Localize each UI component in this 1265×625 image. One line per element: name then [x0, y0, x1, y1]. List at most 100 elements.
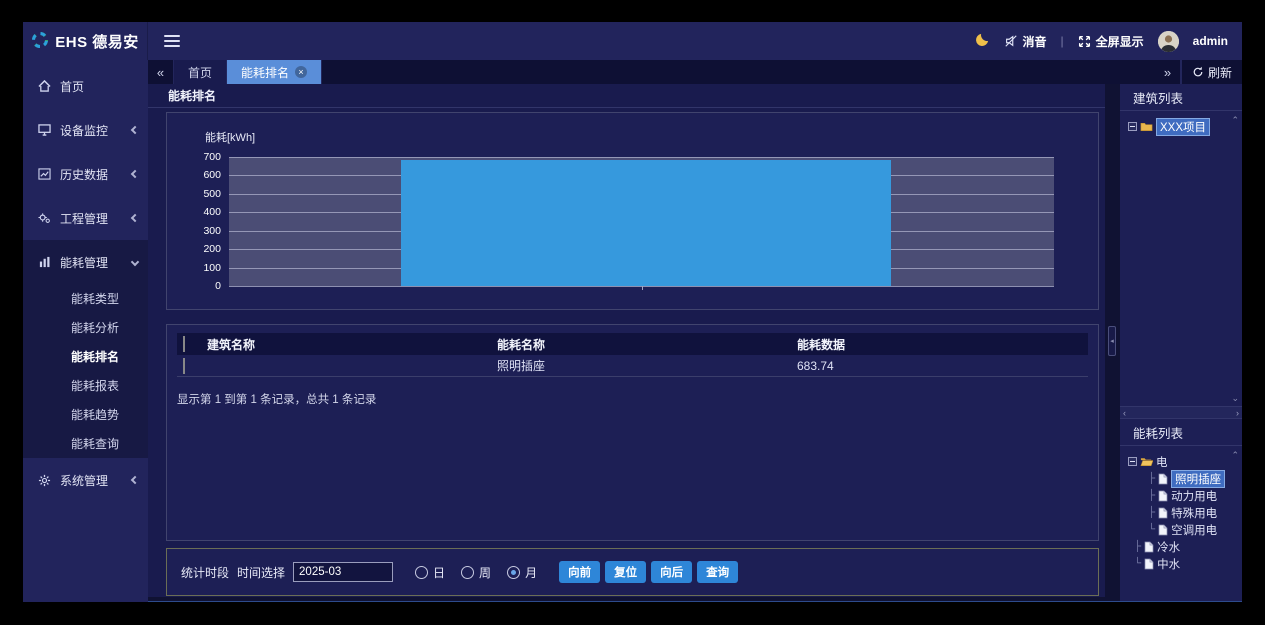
tab-首页[interactable]: 首页	[174, 60, 227, 84]
radio-label: 月	[525, 564, 537, 581]
tree-label: 照明插座	[1171, 470, 1225, 488]
sidebar-item-project-mgmt[interactable]: 工程管理	[23, 196, 148, 240]
scroll-left-icon[interactable]: ‹	[1123, 408, 1126, 418]
select-all-checkbox[interactable]	[183, 336, 185, 352]
tree-label: 特殊用电	[1171, 505, 1217, 521]
time-input[interactable]	[293, 562, 393, 582]
fullscreen-label: 全屏显示	[1096, 33, 1144, 50]
radio-周[interactable]: 周	[461, 564, 491, 581]
tree-item-电[interactable]: 电	[1124, 453, 1238, 470]
file-icon	[1144, 541, 1154, 553]
tree-item-空调用电[interactable]: └空调用电	[1124, 521, 1238, 538]
energy-tree: ⌃ 电├照明插座├动力用电├特殊用电└空调用电├冷水└中水	[1120, 446, 1242, 579]
row-checkbox[interactable]	[183, 358, 185, 374]
scroll-right-icon[interactable]: ›	[1236, 408, 1239, 418]
page-title: 能耗排名	[148, 84, 1105, 108]
prev-button[interactable]: 向前	[559, 561, 600, 583]
submenu-item-能耗趋势[interactable]: 能耗趋势	[23, 400, 148, 429]
radio-circle-icon	[507, 566, 520, 579]
tab-scroll-left-icon[interactable]: «	[148, 60, 174, 84]
tree-expander-icon[interactable]	[1128, 457, 1137, 466]
username[interactable]: admin	[1193, 34, 1228, 48]
home-icon	[37, 80, 52, 92]
x-axis-tick	[642, 286, 643, 290]
energy-ranking-chart: 能耗[kWh] 0100200300400500600700	[166, 112, 1099, 310]
chart-canvas[interactable]: 0100200300400500600700	[229, 157, 1054, 286]
submenu-item-能耗排名[interactable]: 能耗排名	[23, 342, 148, 371]
tree-item-中水[interactable]: └中水	[1124, 555, 1238, 572]
radio-label: 日	[433, 564, 445, 581]
tree-item-特殊用电[interactable]: ├特殊用电	[1124, 504, 1238, 521]
refresh-button[interactable]: 刷新	[1181, 60, 1242, 84]
tree-item-冷水[interactable]: ├冷水	[1124, 538, 1238, 555]
scroll-up-icon[interactable]: ⌃	[1231, 450, 1239, 461]
tree-item-动力用电[interactable]: ├动力用电	[1124, 487, 1238, 504]
column-header-能耗名称: 能耗名称	[497, 336, 797, 353]
line-chart-icon	[37, 168, 52, 180]
submenu-item-能耗查询[interactable]: 能耗查询	[23, 429, 148, 458]
navbar-actions: 消音 | 全屏显示	[975, 31, 1243, 52]
top-navbar: EHS 德易安 消音 |	[23, 22, 1242, 60]
y-axis-tick-label: 500	[173, 188, 221, 200]
close-icon[interactable]: ×	[295, 66, 307, 78]
refresh-icon	[1192, 66, 1204, 78]
panel-resize-handle[interactable]: ◂	[1108, 326, 1116, 356]
submenu-item-能耗分析[interactable]: 能耗分析	[23, 313, 148, 342]
tree-item-照明插座[interactable]: ├照明插座	[1124, 470, 1238, 487]
fullscreen-button[interactable]: 全屏显示	[1078, 33, 1144, 50]
stat-period-label: 统计时段	[181, 564, 229, 581]
submenu-item-能耗类型[interactable]: 能耗类型	[23, 284, 148, 313]
sidebar-item-label: 设备监控	[60, 122, 124, 139]
tree-label: 中水	[1157, 556, 1180, 572]
y-axis-tick-label: 600	[173, 169, 221, 181]
tree-item-XXX项目[interactable]: XXX项目	[1124, 118, 1238, 135]
reset-button[interactable]: 复位	[605, 561, 646, 583]
chart-y-axis-label: 能耗[kWh]	[205, 129, 255, 145]
chevron-left-icon	[131, 170, 139, 178]
next-button[interactable]: 向后	[651, 561, 692, 583]
scroll-up-icon[interactable]: ⌃	[1231, 115, 1239, 126]
radio-circle-icon	[461, 566, 474, 579]
file-icon	[1144, 558, 1154, 570]
time-select-label: 时间选择	[237, 564, 285, 581]
gridline	[229, 157, 1054, 158]
query-button[interactable]: 查询	[697, 561, 738, 583]
table-row[interactable]: 照明插座683.74	[177, 355, 1088, 377]
sidebar-item-home[interactable]: 首页	[23, 64, 148, 108]
sidebar-item-system-mgmt[interactable]: 系统管理	[23, 458, 148, 502]
right-panel: 建筑列表 ⌃ ⌄ XXX项目 ‹ › 能耗列表 ⌃ 电├照明插座├动力用电├特殊…	[1120, 84, 1242, 601]
chevron-left-icon	[131, 214, 139, 222]
sidebar-item-label: 能耗管理	[60, 254, 124, 271]
sidebar-item-energy-mgmt[interactable]: 能耗管理	[23, 240, 148, 284]
building-list-title: 建筑列表	[1120, 84, 1242, 111]
tree-label: 冷水	[1157, 539, 1180, 555]
mute-button[interactable]: 消音	[1004, 33, 1047, 50]
y-axis-tick-label: 200	[173, 243, 221, 255]
horizontal-scrollbar[interactable]: ‹ ›	[1120, 406, 1242, 419]
tab-能耗排名[interactable]: 能耗排名×	[227, 60, 322, 84]
building-tree: ⌃ ⌄ XXX项目	[1120, 111, 1242, 406]
sidebar-item-history-data[interactable]: 历史数据	[23, 152, 148, 196]
navbar-separator: |	[1061, 34, 1064, 48]
y-axis-tick-label: 400	[173, 206, 221, 218]
tree-connector: └	[1148, 524, 1155, 535]
scroll-down-icon[interactable]: ⌄	[1231, 393, 1239, 404]
radio-日[interactable]: 日	[415, 564, 445, 581]
radio-月[interactable]: 月	[507, 564, 537, 581]
tree-label: 动力用电	[1171, 488, 1217, 504]
tree-expander-icon[interactable]	[1128, 122, 1137, 131]
refresh-label: 刷新	[1208, 64, 1232, 81]
submenu-item-能耗报表[interactable]: 能耗报表	[23, 371, 148, 400]
user-avatar[interactable]	[1158, 31, 1179, 52]
hamburger-icon[interactable]	[164, 35, 180, 47]
file-icon	[1158, 524, 1168, 536]
tab-scroll-right-icon[interactable]: »	[1155, 60, 1181, 84]
app-window: EHS 德易安 消音 |	[23, 22, 1242, 602]
moon-icon[interactable]	[975, 32, 990, 50]
y-axis-tick-label: 0	[173, 280, 221, 292]
sidebar-item-device-monitor[interactable]: 设备监控	[23, 108, 148, 152]
folder-open-icon	[1140, 456, 1153, 467]
sidebar-menu: 首页设备监控历史数据工程管理能耗管理能耗类型能耗分析能耗排名能耗报表能耗趋势能耗…	[23, 60, 148, 602]
sidebar-item-label: 系统管理	[60, 472, 124, 489]
tree-label: XXX项目	[1156, 118, 1210, 136]
